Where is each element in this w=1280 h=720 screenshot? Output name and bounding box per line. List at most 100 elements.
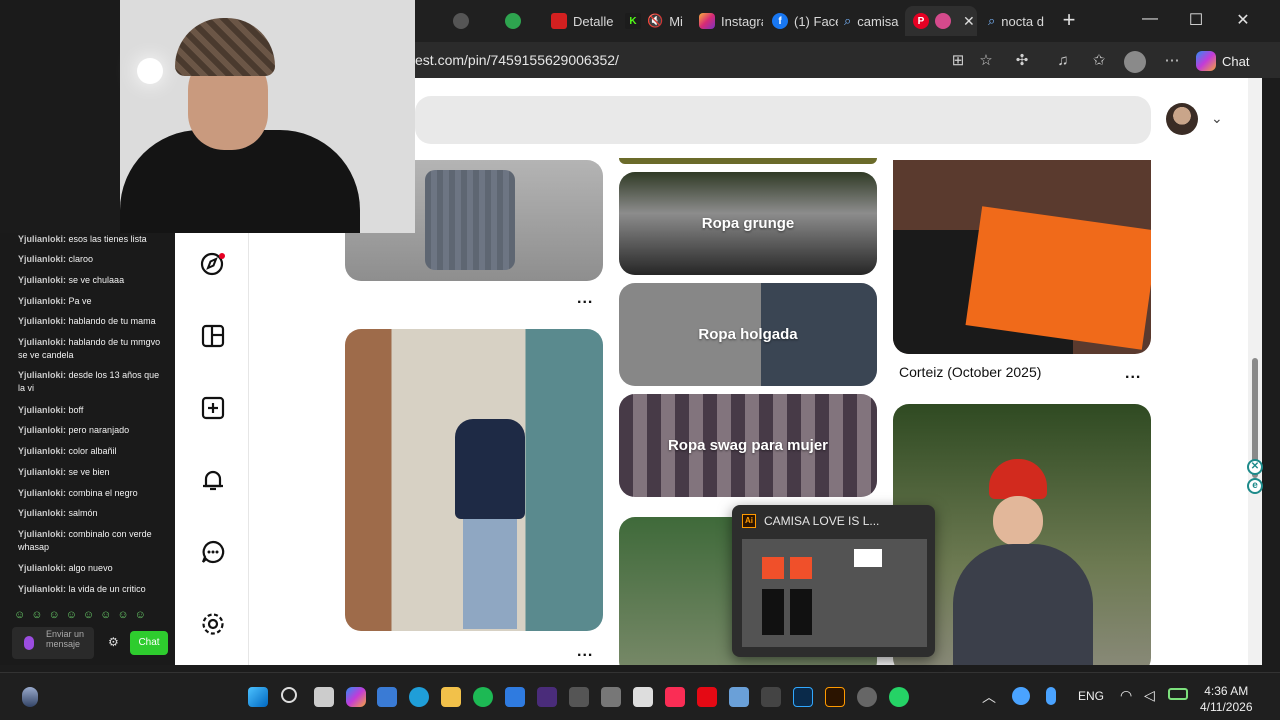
language-indicator[interactable]: ENG [1078,689,1104,703]
chat-username[interactable]: Yjulianloki: [18,584,66,594]
more-menu-icon[interactable]: ⋯ [1162,51,1182,71]
chat-username[interactable]: Yjulianloki: [18,467,66,477]
chat-text: esos las tienes lista [68,234,147,244]
create-pin-icon[interactable] [200,395,226,421]
app-icon[interactable] [601,687,621,707]
illustrator-icon[interactable] [825,687,845,707]
task-view-icon[interactable] [314,687,334,707]
pin-more-button[interactable]: ... [1125,365,1141,383]
calculator-icon[interactable] [729,687,749,707]
favorite-star-icon[interactable]: ☆ [976,51,996,71]
extensions-icon[interactable]: ✣ [1012,51,1032,71]
app-icon[interactable] [761,687,781,707]
app-available-icon[interactable]: ⊞ [948,51,968,71]
tab-2[interactable] [497,6,537,36]
chat-username[interactable]: Yjulianloki: [18,529,66,539]
chat-text: hablando de tu mama [68,316,156,326]
chat-username[interactable]: Yjulianloki: [18,563,66,573]
chat-username[interactable]: Yjulianloki: [18,296,66,306]
close-window-icon[interactable]: ✕ [1232,10,1254,30]
photoshop-icon[interactable] [793,687,813,707]
chat-text: algo nuevo [68,563,113,573]
chat-username[interactable]: Yjulianloki: [18,370,66,380]
store-icon[interactable] [377,687,397,707]
chat-username[interactable]: Yjulianloki: [18,488,66,498]
search-input[interactable] [415,96,1151,144]
boards-icon[interactable] [200,323,226,349]
chat-username[interactable]: Yjulianloki: [18,316,66,326]
notifications-bell-icon[interactable] [200,467,226,493]
explore-icon[interactable] [200,251,226,277]
settings-gear-icon[interactable] [200,611,226,637]
chat-settings-gear-icon[interactable]: ⚙ [108,635,119,649]
copilot-chat-button[interactable]: Chat [1196,50,1249,72]
chat-username[interactable]: Yjulianloki: [18,275,66,285]
windows-taskbar: ︿ ENG ◠ ◁ 4:36 AM 4/11/2026 [0,672,1280,720]
chat-username[interactable]: Yjulianloki: [18,405,66,415]
tab-4[interactable]: K 🔇 Mi [617,6,693,36]
search-icon[interactable] [281,687,297,703]
wifi-icon[interactable]: ◠ [1120,687,1132,704]
notepad-icon[interactable] [633,687,653,707]
volume-icon[interactable]: ◁ [1144,687,1155,704]
pin-costco-image[interactable] [345,329,603,631]
spotify-icon[interactable] [473,687,493,707]
chat-username[interactable]: Yjulianloki: [18,254,66,264]
system-clock[interactable]: 4:36 AM 4/11/2026 [1200,683,1253,715]
tab-6[interactable]: f (1) Face [764,6,838,36]
board-ropa-swag-para-mujer[interactable]: Ropa swag para mujer [619,394,877,497]
url-field[interactable]: est.com/pin/7459155629006352/ [415,52,619,68]
mic-icon[interactable] [24,636,34,650]
onedrive-icon[interactable] [1012,687,1030,705]
chat-username[interactable]: Yjulianloki: [18,446,66,456]
profile-icon[interactable] [1124,51,1146,73]
chat-username[interactable]: Yjulianloki: [18,337,66,347]
chat-username[interactable]: Yjulianloki: [18,234,66,244]
maximize-icon[interactable]: ☐ [1185,10,1207,30]
avatar[interactable] [1166,103,1198,135]
tab-8-active[interactable]: P ✕ [905,6,977,36]
audio-playing-icon [935,13,951,29]
security-shield-icon[interactable] [505,687,525,707]
browser-essentials-icon[interactable]: ♫ [1053,51,1073,71]
taskbar-preview-thumbnail[interactable]: Ai CAMISA LOVE IS L... [732,505,935,657]
messages-icon[interactable] [200,539,226,565]
tab-9[interactable]: ⌕ nocta d [980,6,1052,36]
netflix-icon[interactable] [697,687,717,707]
obs-icon[interactable] [857,687,877,707]
new-tab-button[interactable]: + [1058,7,1080,33]
chat-username[interactable]: Yjulianloki: [18,425,66,435]
pin-corteiz-image[interactable] [893,160,1151,354]
battery-icon[interactable] [1168,688,1188,700]
widgets-icon[interactable] [22,687,38,707]
tab-3[interactable]: Detalle [543,6,615,36]
app-icon[interactable] [537,687,557,707]
app-icon[interactable] [569,687,589,707]
pin-title[interactable]: Corteiz (October 2025) [899,364,1041,380]
chat-username[interactable]: Yjulianloki: [18,508,66,518]
close-tab-icon[interactable]: ✕ [963,13,975,30]
music-icon[interactable] [665,687,685,707]
tab-7[interactable]: ⌕ camisa [836,6,904,36]
tab-1[interactable] [445,6,485,36]
extension-e-icon[interactable]: e [1247,478,1263,494]
account-chevron-down-icon[interactable]: ⌄ [1211,110,1223,127]
whatsapp-icon[interactable] [889,687,909,707]
file-explorer-icon[interactable] [441,687,461,707]
copilot-icon[interactable] [346,687,366,707]
emote-bar[interactable]: ☺☺☺☺☺☺☺☺ [14,609,152,621]
edge-icon[interactable] [409,687,429,707]
mic-icon[interactable] [1046,687,1056,705]
board-ropa-grunge[interactable]: Ropa grunge [619,172,877,275]
start-windows-icon[interactable] [248,687,268,707]
tab-5[interactable]: Instagra [691,6,763,36]
board-ropa-holgada[interactable]: Ropa holgada [619,283,877,386]
extension-close-icon[interactable]: ✕ [1247,459,1263,475]
favorites-icon[interactable]: ✩ [1089,51,1109,71]
pin-more-button[interactable]: ... [577,290,593,308]
minimize-icon[interactable]: — [1139,10,1161,28]
chat-send-button[interactable]: Chat [130,631,168,655]
tray-chevron-up-icon[interactable]: ︿ [982,687,996,707]
page-scrollbar[interactable] [1248,78,1262,665]
pin-more-button[interactable]: ... [577,643,593,661]
